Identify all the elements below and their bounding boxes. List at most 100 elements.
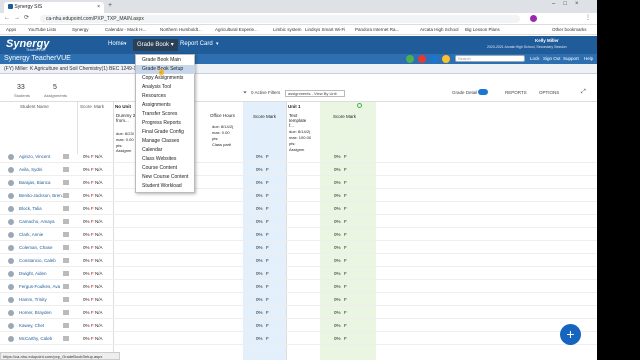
student-info-icon[interactable] bbox=[63, 154, 69, 159]
summary-header[interactable]: Score Mark bbox=[333, 114, 356, 119]
table-row[interactable] bbox=[0, 308, 597, 319]
menu-item-resources[interactable]: Resources bbox=[142, 92, 196, 101]
table-row[interactable] bbox=[0, 217, 597, 228]
student-name-header[interactable]: Student Name bbox=[20, 104, 49, 109]
table-row[interactable] bbox=[0, 204, 597, 215]
grade-detail-toggle[interactable] bbox=[478, 89, 488, 95]
filter-icon[interactable]: ⏷ bbox=[243, 90, 247, 96]
table-row[interactable] bbox=[0, 152, 597, 163]
menu-item-progress-reports[interactable]: Progress Reports bbox=[142, 119, 196, 128]
table-row[interactable] bbox=[0, 269, 597, 280]
student-info-icon[interactable] bbox=[63, 323, 69, 328]
class-selector[interactable]: (FY) Miller: K Agriculture and Soil Chem… bbox=[4, 66, 144, 72]
table-row[interactable] bbox=[0, 334, 597, 345]
lock-link[interactable]: Lock bbox=[530, 56, 540, 61]
student-name[interactable]: Coleman, Chase bbox=[19, 245, 53, 250]
window-controls[interactable]: –□× bbox=[552, 1, 586, 7]
bookmark-item[interactable]: Lindsys Smart Wi-Fi bbox=[305, 27, 345, 32]
menu-item-class-websites[interactable]: Class Websites bbox=[142, 155, 196, 164]
browser-tab[interactable]: Synergy SIS × bbox=[4, 2, 104, 13]
student-info-icon[interactable] bbox=[63, 284, 69, 289]
table-row[interactable] bbox=[0, 321, 597, 332]
search-input[interactable]: Search bbox=[455, 55, 525, 62]
profile-avatar[interactable] bbox=[530, 15, 537, 22]
student-info-icon[interactable] bbox=[63, 193, 69, 198]
bookmark-item[interactable]: Other bookmarks bbox=[552, 27, 587, 32]
student-info-icon[interactable] bbox=[63, 297, 69, 302]
chrome-menu-icon[interactable]: ⋮ bbox=[585, 14, 591, 21]
menu-item-new-course-content[interactable]: New Course Content bbox=[142, 173, 196, 182]
student-name[interactable]: Aginzo, Vincent bbox=[19, 154, 50, 159]
bookmark-item[interactable]: Northern Humboldt... bbox=[160, 27, 202, 32]
bookmark-item[interactable]: YouTube Lists bbox=[28, 27, 56, 32]
student-info-icon[interactable] bbox=[63, 206, 69, 211]
status-icon[interactable] bbox=[406, 55, 414, 63]
nav-grade-book[interactable]: Grade Book ▾ bbox=[133, 39, 178, 51]
sign-out-link[interactable]: Sign Out bbox=[543, 56, 561, 61]
student-name[interactable]: Block, Talia bbox=[19, 206, 42, 211]
nav-report-card[interactable]: Report Card bbox=[180, 41, 213, 47]
new-tab-icon[interactable]: + bbox=[108, 2, 112, 9]
support-link[interactable]: Support bbox=[563, 56, 579, 61]
nav-home[interactable]: Home bbox=[108, 41, 124, 47]
table-row[interactable] bbox=[0, 256, 597, 267]
student-info-icon[interactable] bbox=[63, 232, 69, 237]
assignment-dummy[interactable]: Dummy 2 from... bbox=[116, 113, 136, 123]
table-row[interactable] bbox=[0, 165, 597, 176]
student-name[interactable]: Hamm, Trinity bbox=[19, 297, 47, 302]
student-info-icon[interactable] bbox=[63, 336, 69, 341]
message-icon[interactable] bbox=[430, 55, 438, 63]
table-row[interactable] bbox=[0, 295, 597, 306]
score-header[interactable]: Score bbox=[80, 104, 92, 109]
bookmark-item[interactable]: Agricultural Experie... bbox=[215, 27, 258, 32]
office-hours-header[interactable]: Office Hours bbox=[210, 113, 235, 118]
student-info-icon[interactable] bbox=[63, 180, 69, 185]
student-info-icon[interactable] bbox=[63, 167, 69, 172]
student-name[interactable]: Benito-Jackson, Bren... bbox=[19, 193, 66, 198]
menu-item-analysis-tool[interactable]: Analysis Tool bbox=[142, 83, 196, 92]
tab-close-icon[interactable]: × bbox=[97, 4, 100, 10]
menu-item-course-content[interactable]: Course Content bbox=[142, 164, 196, 173]
mark-header[interactable]: Mark bbox=[94, 104, 104, 109]
table-row[interactable] bbox=[0, 191, 597, 202]
help-link[interactable]: Help bbox=[584, 56, 593, 61]
student-name[interactable]: Clark, Annie bbox=[19, 232, 43, 237]
bookmark-item[interactable]: Big Lesson Plans bbox=[465, 27, 500, 32]
student-info-icon[interactable] bbox=[63, 310, 69, 315]
student-name[interactable]: Kawey, Chet bbox=[19, 323, 44, 328]
student-name[interactable]: McCarthy, Caleb bbox=[19, 336, 52, 341]
bookmark-item[interactable]: Pandora Internet Ra... bbox=[355, 27, 399, 32]
student-info-icon[interactable] bbox=[63, 219, 69, 224]
student-name[interactable]: Barajas, Bianca bbox=[19, 180, 51, 185]
menu-item-assignments[interactable]: Assignments bbox=[142, 101, 196, 110]
bookmark-item[interactable]: Synergy bbox=[72, 27, 89, 32]
active-filters[interactable]: 0 Active Filters bbox=[251, 90, 280, 95]
menu-item-calendar[interactable]: Calendar bbox=[142, 146, 196, 155]
menu-item-copy-assignments[interactable]: Copy Assignments bbox=[142, 74, 196, 83]
help-icon[interactable] bbox=[442, 55, 450, 63]
view-select[interactable]: assignments - View By Unit bbox=[285, 90, 345, 97]
reports-button[interactable]: REPORTS bbox=[505, 90, 527, 95]
student-info-icon[interactable] bbox=[63, 258, 69, 263]
alert-icon[interactable] bbox=[418, 55, 426, 63]
url-input[interactable]: ca-nhu.edupoint.com/PXP_TXP_MAIN.aspx bbox=[40, 15, 520, 23]
nav-arrows-icon[interactable]: ←→⟳ bbox=[4, 14, 33, 21]
fullscreen-icon[interactable]: ⤢ bbox=[581, 89, 586, 96]
menu-item-student-workload[interactable]: Student Workload bbox=[142, 182, 196, 191]
menu-item-transfer-scores[interactable]: Transfer Scores bbox=[142, 110, 196, 119]
menu-item-final-grade-config[interactable]: Final Grade Config bbox=[142, 128, 196, 137]
bookmark-item[interactable]: Limbic system bbox=[273, 27, 302, 32]
add-fab-button[interactable]: + bbox=[560, 324, 581, 345]
menu-item-manage-classes[interactable]: Manage Classes bbox=[142, 137, 196, 146]
student-name[interactable]: Fergus-Foulkes, Ava bbox=[19, 284, 60, 289]
menu-item-grade-book-main[interactable]: Grade Book Main bbox=[142, 56, 196, 65]
options-button[interactable]: OPTIONS bbox=[539, 90, 559, 95]
bookmark-item[interactable]: Calendar - Mack H... bbox=[105, 27, 146, 32]
table-row[interactable] bbox=[0, 282, 597, 293]
table-row[interactable] bbox=[0, 243, 597, 254]
table-row[interactable] bbox=[0, 230, 597, 241]
bookmark-item[interactable]: Arcata High School bbox=[420, 27, 459, 32]
bookmark-item[interactable]: Apps bbox=[6, 27, 16, 32]
table-row[interactable] bbox=[0, 178, 597, 189]
student-info-icon[interactable] bbox=[63, 245, 69, 250]
